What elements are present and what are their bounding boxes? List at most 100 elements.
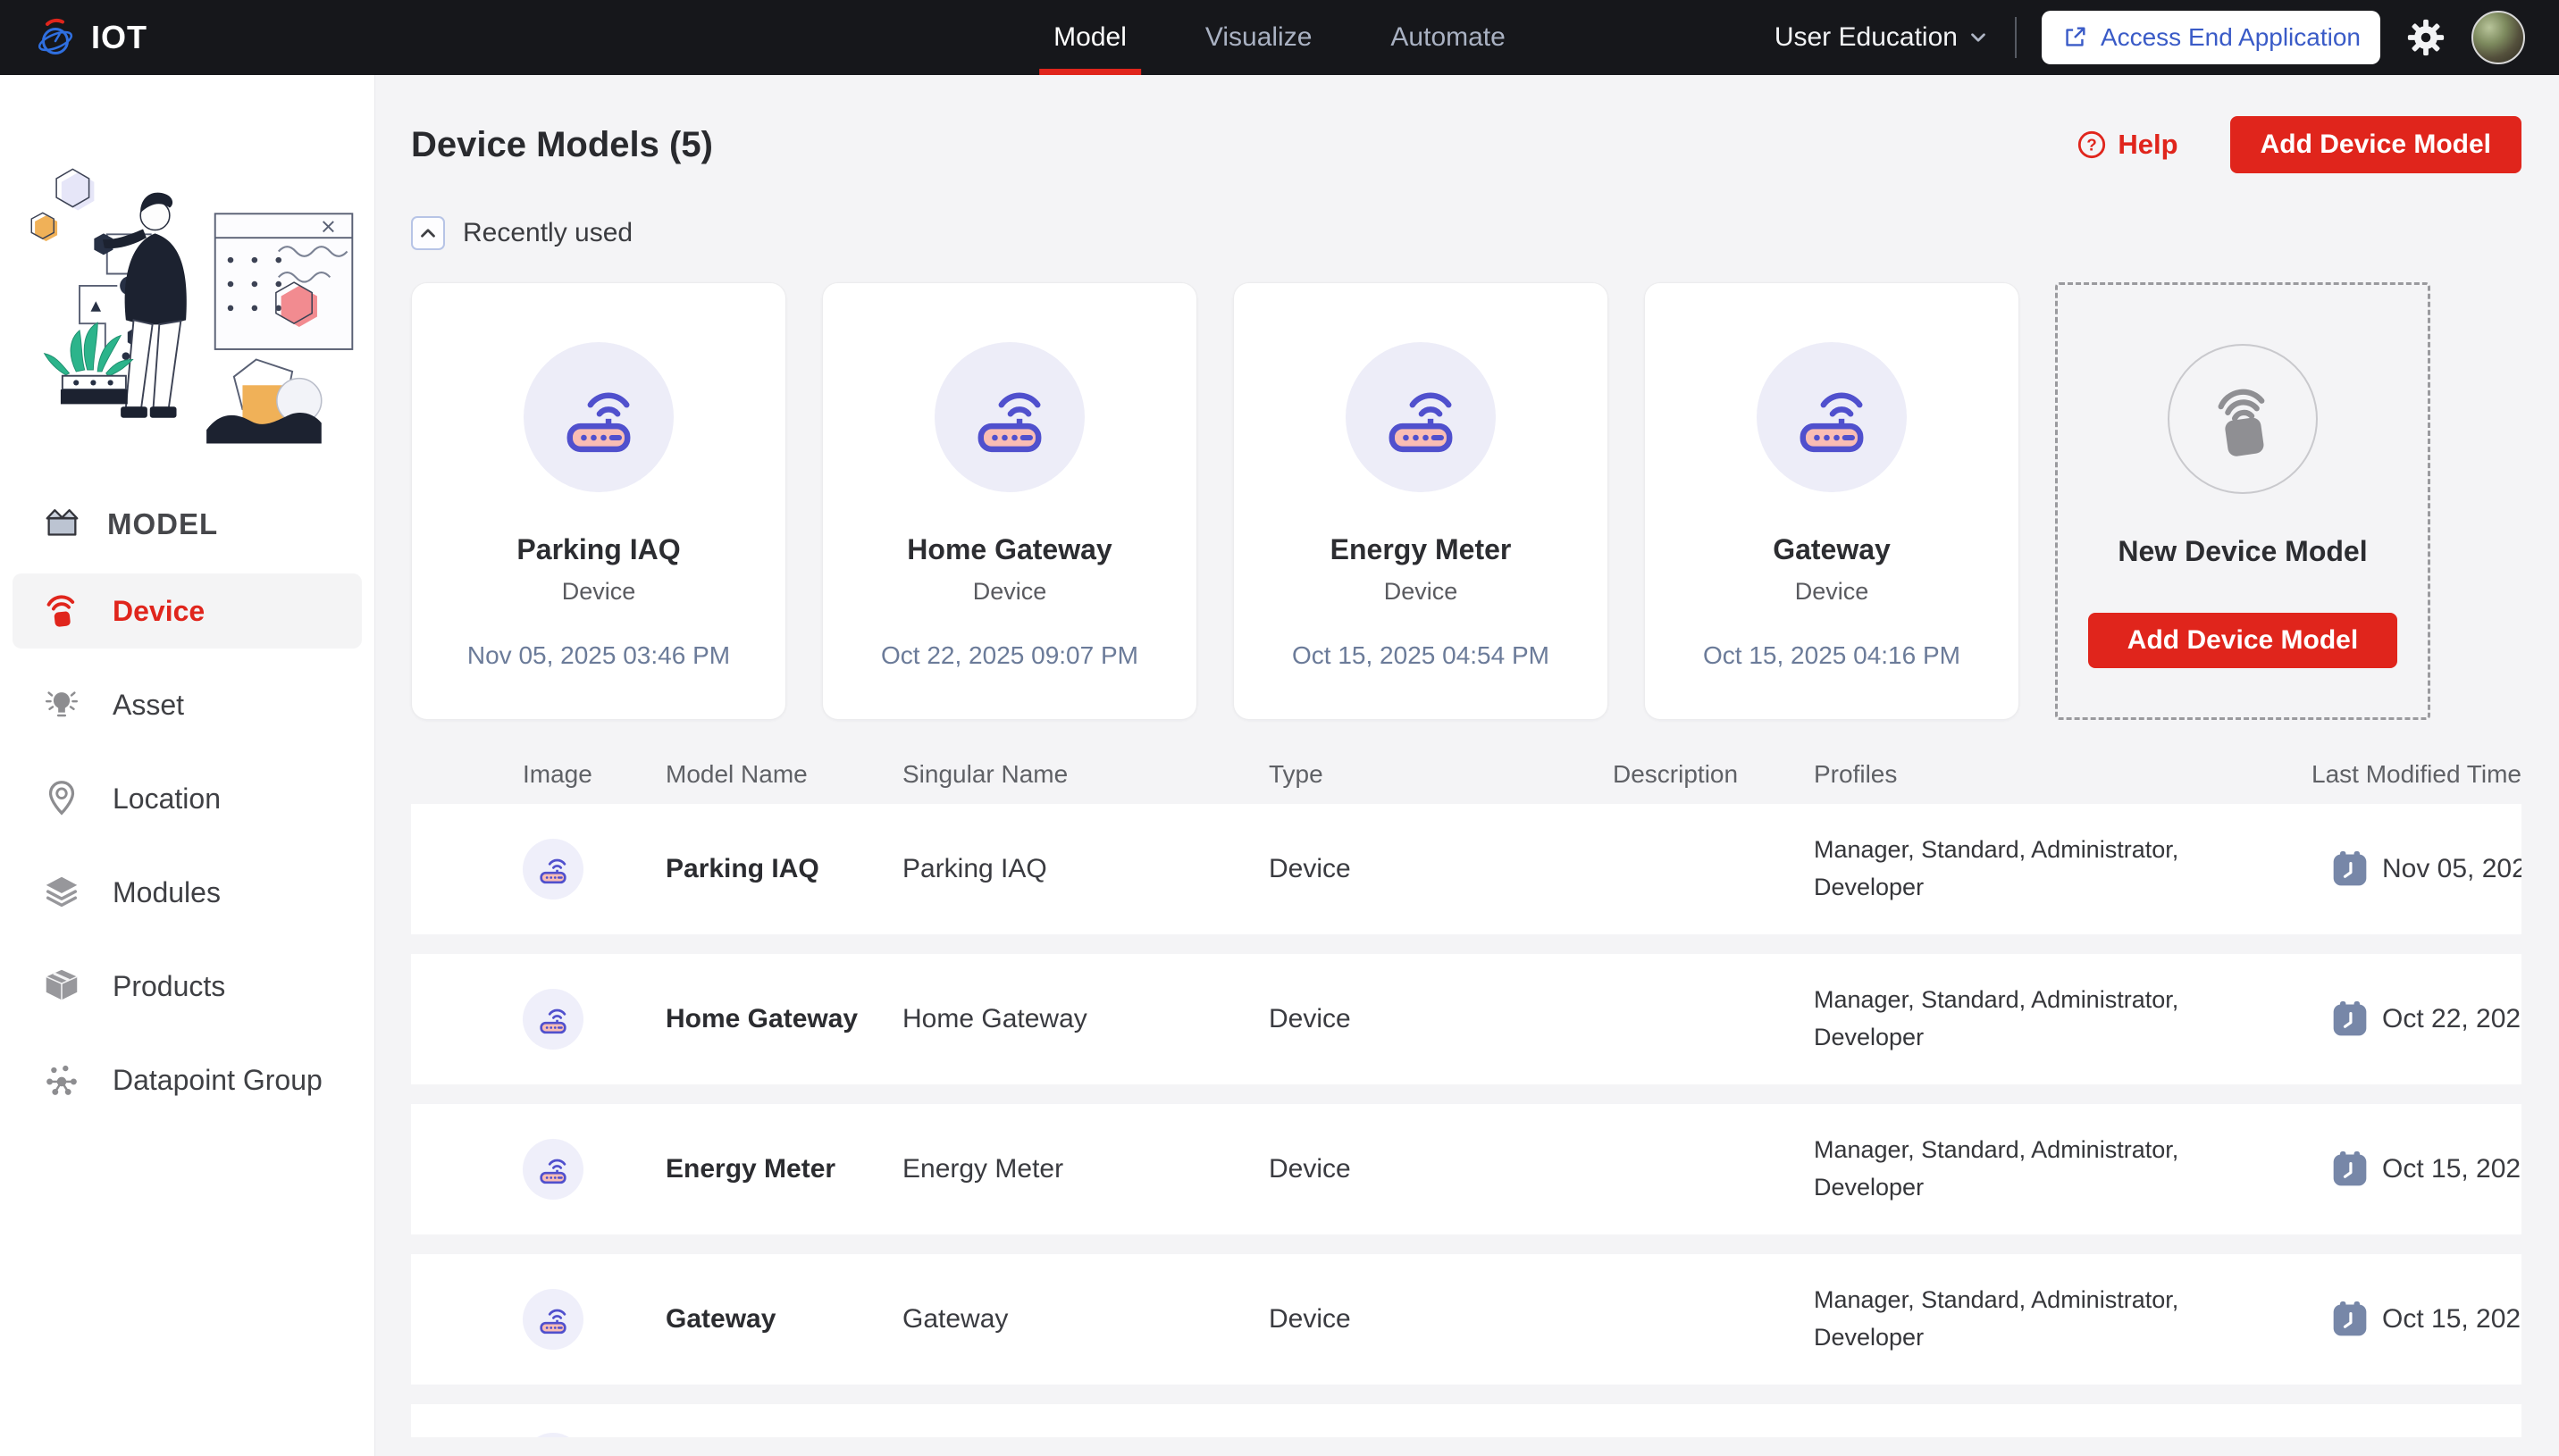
sidebar-illustration <box>18 155 357 456</box>
app-logo[interactable]: IOT <box>0 0 375 75</box>
package-box-icon <box>41 966 82 1007</box>
card-type: Device <box>973 578 1047 606</box>
row-avatar <box>523 1139 583 1200</box>
layers-icon <box>41 872 82 913</box>
card-icon-circle <box>935 342 1085 492</box>
settings-gear-icon[interactable] <box>2405 17 2446 58</box>
device-model-card[interactable]: Gateway Device Oct 15, 2025 04:16 PM <box>1644 282 2019 720</box>
collapse-toggle-button[interactable] <box>411 216 445 250</box>
sidebar-section-label: MODEL <box>107 507 218 541</box>
router-device-icon <box>536 852 570 886</box>
row-avatar <box>523 1433 583 1437</box>
column-header-profiles: Profiles <box>1814 760 2234 789</box>
column-header-singular-name: Singular Name <box>902 760 1269 789</box>
router-device-icon <box>1380 376 1462 458</box>
device-model-card[interactable]: Parking IAQ Device Nov 05, 2025 03:46 PM <box>411 282 786 720</box>
card-type: Device <box>1384 578 1458 606</box>
device-models-table: Image Model Name Singular Name Type Desc… <box>411 745 2521 1437</box>
card-title: Energy Meter <box>1330 533 1512 566</box>
access-end-application-button[interactable]: Access End Application <box>2042 11 2380 64</box>
app-title: IOT <box>91 19 147 56</box>
device-model-card[interactable]: Home Gateway Device Oct 22, 2025 09:07 P… <box>822 282 1197 720</box>
clock-icon <box>2330 1000 2370 1039</box>
org-selector[interactable]: User Education <box>1775 22 1990 53</box>
table-row[interactable]: Home Gateway Home Gateway Device Manager… <box>411 954 2521 1084</box>
external-link-icon <box>2061 24 2088 51</box>
card-icon-circle <box>524 342 674 492</box>
table-header: Image Model Name Singular Name Type Desc… <box>411 745 2521 804</box>
help-icon <box>2077 130 2107 160</box>
device-model-card[interactable]: Energy Meter Device Oct 15, 2025 04:54 P… <box>1233 282 1608 720</box>
sidebar-menu: Device Asset Location Modules Products D… <box>0 573 374 1117</box>
help-link[interactable]: Help <box>2077 129 2177 161</box>
hub-network-icon <box>41 1059 82 1100</box>
tab-model[interactable]: Model <box>1039 0 1141 75</box>
recently-used-cards: Parking IAQ Device Nov 05, 2025 03:46 PM… <box>411 282 2521 720</box>
tab-automate[interactable]: Automate <box>1376 0 1519 75</box>
card-modified-time: Oct 22, 2025 09:07 PM <box>881 641 1138 670</box>
org-selector-label: User Education <box>1775 22 1958 53</box>
row-avatar <box>523 839 583 900</box>
main-content: Device Models (5) Help Add Device Model … <box>375 75 2559 1456</box>
sidebar-section-model: MODEL <box>0 504 374 545</box>
sidebar-item-products[interactable]: Products <box>13 949 362 1024</box>
column-header-description: Description <box>1613 760 1814 789</box>
sidebar-item-device[interactable]: Device <box>13 573 362 649</box>
card-icon-circle <box>1757 342 1907 492</box>
card-modified-time: Nov 05, 2025 03:46 PM <box>467 641 730 670</box>
router-device-icon <box>536 1152 570 1186</box>
add-device-model-button[interactable]: Add Device Model <box>2230 116 2521 173</box>
card-title: Home Gateway <box>907 533 1112 566</box>
user-avatar[interactable] <box>2471 11 2525 64</box>
router-device-icon <box>536 1302 570 1336</box>
card-icon-circle <box>1346 342 1496 492</box>
column-header-type: Type <box>1269 760 1613 789</box>
card-title: New Device Model <box>2118 535 2367 568</box>
row-avatar <box>523 989 583 1050</box>
location-pin-icon <box>41 778 82 819</box>
router-device-icon <box>536 1002 570 1036</box>
open-box-icon <box>41 504 82 545</box>
card-type: Device <box>1795 578 1869 606</box>
card-modified-time: Oct 15, 2025 04:16 PM <box>1703 641 1960 670</box>
sidebar-item-modules[interactable]: Modules <box>13 855 362 930</box>
clock-icon <box>2330 849 2370 889</box>
router-device-icon <box>969 376 1051 458</box>
clock-icon <box>2330 1150 2370 1189</box>
table-row[interactable]: Gateway Gateway Device Manager, Standard… <box>411 1254 2521 1385</box>
sidebar-item-location[interactable]: Location <box>13 761 362 836</box>
page-header: Device Models (5) Help Add Device Model <box>411 116 2521 173</box>
topbar-right: User Education Access End Application <box>1775 0 2559 75</box>
tab-visualize[interactable]: Visualize <box>1191 0 1327 75</box>
new-device-icon <box>2200 376 2286 462</box>
column-header-image: Image <box>411 760 666 789</box>
card-title: Parking IAQ <box>516 533 680 566</box>
topbar: IOT Model Visualize Automate User Educat… <box>0 0 2559 75</box>
top-navigation: Model Visualize Automate <box>1039 0 1520 75</box>
new-device-model-card[interactable]: New Device Model Add Device Model <box>2055 282 2430 720</box>
table-row[interactable]: Energy Meter Energy Meter Device Manager… <box>411 1104 2521 1234</box>
card-icon-circle <box>2168 344 2318 494</box>
card-modified-time: Oct 15, 2025 04:54 PM <box>1292 641 1549 670</box>
table-row[interactable]: Parking IAQ Parking IAQ Device Manager, … <box>411 804 2521 934</box>
recently-used-label: Recently used <box>463 218 633 248</box>
bulb-icon <box>41 684 82 725</box>
clock-icon <box>2330 1300 2370 1339</box>
add-device-model-card-button[interactable]: Add Device Model <box>2088 613 2397 668</box>
card-type: Device <box>562 578 636 606</box>
sidebar-item-asset[interactable]: Asset <box>13 667 362 742</box>
column-header-last-modified: Last Modified Time <box>2234 760 2521 789</box>
chevron-down-icon <box>1967 26 1990 49</box>
device-icon <box>41 590 82 632</box>
router-device-icon <box>558 376 640 458</box>
page-title: Device Models (5) <box>411 125 713 165</box>
sidebar-item-datapoint-group[interactable]: Datapoint Group <box>13 1042 362 1117</box>
card-title: Gateway <box>1773 533 1891 566</box>
recently-used-section: Recently used <box>411 216 2521 250</box>
router-device-icon <box>1791 376 1873 458</box>
table-row-partial[interactable] <box>411 1404 2521 1437</box>
sidebar: MODEL Device Asset Location Modules Prod… <box>0 75 375 1456</box>
chevron-up-icon <box>416 222 440 245</box>
topbar-divider <box>2015 17 2017 58</box>
row-avatar <box>523 1289 583 1350</box>
